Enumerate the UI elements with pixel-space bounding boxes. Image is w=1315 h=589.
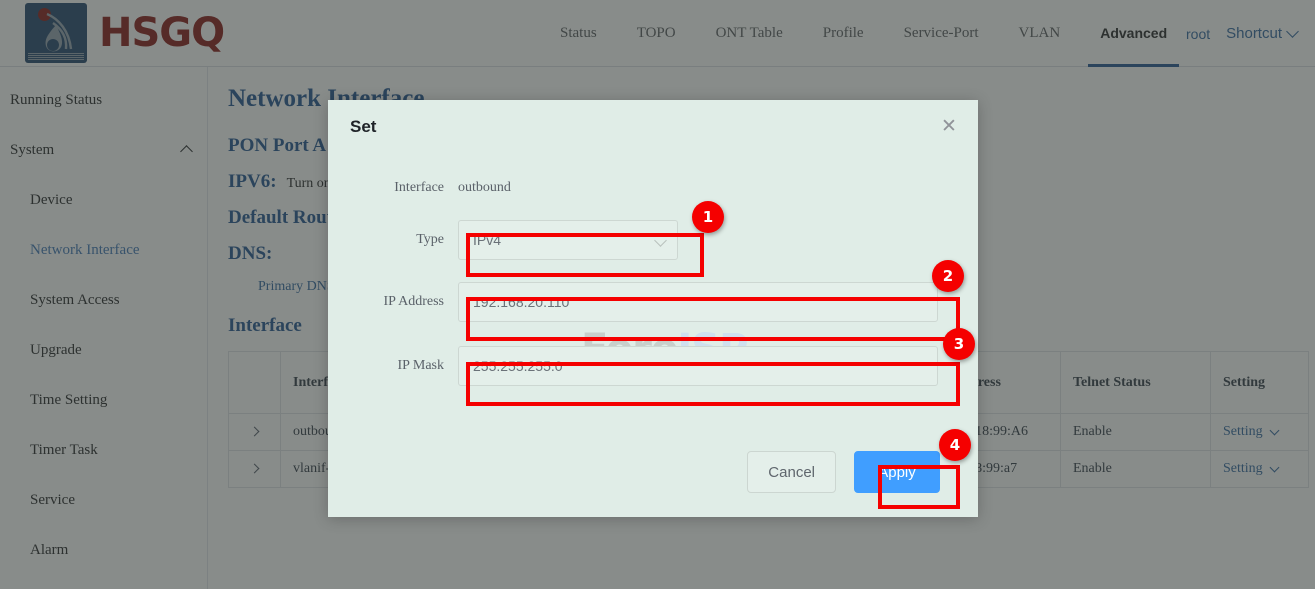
ip-address-input[interactable]: 192.168.20.110 xyxy=(458,282,938,322)
close-icon[interactable]: ✕ xyxy=(938,116,960,138)
dialog-title: Set xyxy=(350,117,376,137)
form-row-type: Type IPv4 xyxy=(328,220,978,260)
dialog-header: Set ✕ xyxy=(328,100,978,154)
dialog-footer: Cancel Apply xyxy=(328,427,978,517)
form-row-ip-mask: IP Mask 255.255.255.0 xyxy=(328,346,978,386)
ip-mask-input[interactable]: 255.255.255.0 xyxy=(458,346,938,386)
interface-value: outbound xyxy=(458,180,511,196)
app-root: HSGQ Status TOPO ONT Table Profile Servi… xyxy=(0,0,1315,589)
type-label: Type xyxy=(328,232,458,248)
ip-address-value: 192.168.20.110 xyxy=(473,294,569,310)
type-select[interactable]: IPv4 xyxy=(458,220,678,260)
annotation-badge-3: 3 xyxy=(943,328,975,360)
set-dialog: Set ✕ ForoISP Interface outbound Type IP… xyxy=(328,100,978,517)
interface-label: Interface xyxy=(328,180,458,196)
annotation-badge-4: 4 xyxy=(939,429,971,461)
cancel-button[interactable]: Cancel xyxy=(747,451,836,493)
form-row-interface: Interface outbound xyxy=(328,180,978,196)
dialog-body: ForoISP Interface outbound Type IPv4 IP … xyxy=(328,154,978,386)
annotation-badge-1: 1 xyxy=(692,201,724,233)
apply-button[interactable]: Apply xyxy=(854,451,940,493)
ip-mask-value: 255.255.255.0 xyxy=(473,358,563,374)
type-select-value: IPv4 xyxy=(473,232,501,248)
form-row-ip-address: IP Address 192.168.20.110 xyxy=(328,282,978,322)
annotation-badge-2: 2 xyxy=(932,260,964,292)
chevron-down-icon xyxy=(654,234,667,247)
ip-address-label: IP Address xyxy=(328,294,458,310)
ip-mask-label: IP Mask xyxy=(328,358,458,374)
